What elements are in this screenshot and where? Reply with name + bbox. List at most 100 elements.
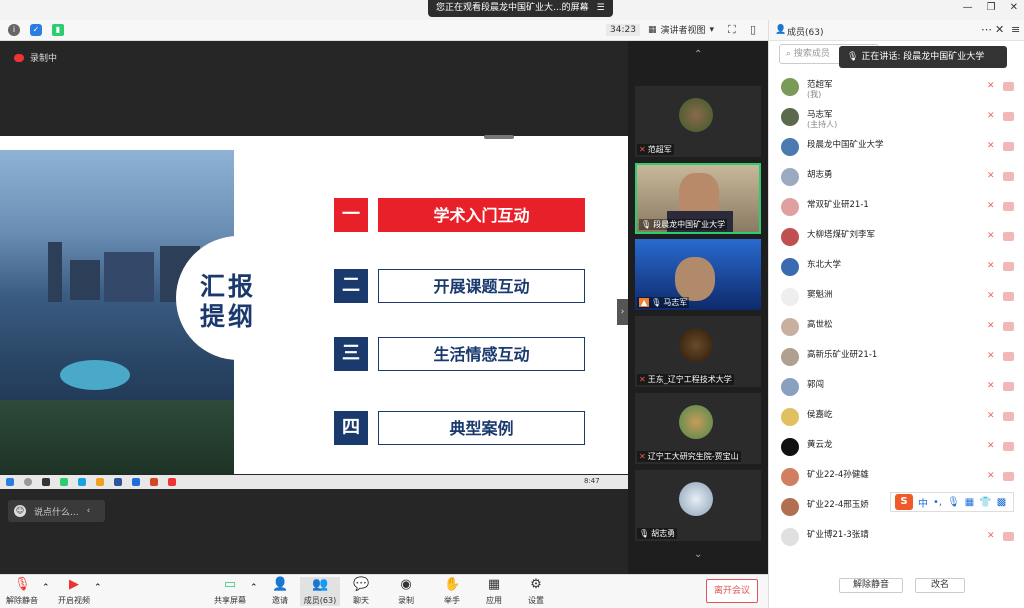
close-icon[interactable]: ✕ (995, 23, 1004, 36)
member-row[interactable]: 侯嘉屹 ✕ (769, 402, 1024, 432)
camera-off-icon[interactable] (1003, 262, 1014, 271)
minimize-icon[interactable]: — (963, 2, 973, 13)
chat-input[interactable]: ☺ 说点什么... ‹ (8, 500, 105, 522)
unmute-button[interactable]: 🎙 解除静音 (2, 577, 42, 606)
camera-off-icon[interactable] (1003, 202, 1014, 211)
restore-icon[interactable]: ❐ (987, 2, 996, 13)
thumb-tile[interactable]: ✕ 范超军 (635, 86, 761, 157)
thumb-tile-active[interactable]: 🎙 段晨龙中国矿业大学 (635, 163, 761, 234)
camera-off-icon[interactable] (1003, 232, 1014, 241)
sharing-banner[interactable]: 您正在观看段晨龙中国矿业大...的屏幕 ☰ (428, 0, 613, 17)
mic-muted-icon[interactable]: ✕ (987, 351, 996, 363)
mic-muted-icon[interactable]: ✕ (987, 531, 996, 543)
mic-muted-icon[interactable]: ✕ (987, 321, 996, 333)
member-row[interactable]: 东北大学 ✕ (769, 252, 1024, 282)
member-row[interactable]: 高新乐矿业研21-1 ✕ (769, 342, 1024, 372)
mic-muted-icon[interactable]: ✕ (987, 291, 996, 303)
apps-button[interactable]: ▦ 应用 (474, 577, 514, 606)
mic-muted-icon[interactable]: ✕ (987, 471, 996, 483)
fullscreen-icon[interactable]: ⛶ (728, 23, 736, 37)
member-row[interactable]: 马志军 (主持人) ✕ (769, 102, 1024, 132)
mic-muted-icon[interactable]: ✕ (987, 411, 996, 423)
camera-off-icon[interactable] (1003, 112, 1014, 121)
camera-off-icon[interactable] (1003, 532, 1014, 541)
settings-button[interactable]: ⚙ 设置 (516, 577, 556, 606)
view-selector[interactable]: ▦ 演讲者视图 ▾ (648, 23, 714, 37)
shield-icon[interactable]: ✓ (30, 24, 42, 36)
member-row[interactable]: 窦魁洲 ✕ (769, 282, 1024, 312)
start-video-button[interactable]: ▶ 开启视频 (54, 577, 94, 606)
punctuation-icon[interactable]: •, (933, 497, 942, 508)
camera-off-icon[interactable] (1003, 412, 1014, 421)
invite-button[interactable]: 👤 邀请 (260, 577, 300, 606)
more-icon[interactable]: ⋯ (981, 23, 992, 36)
menu-icon[interactable]: ≡ (1011, 23, 1020, 36)
mic-muted-icon[interactable]: ✕ (987, 231, 996, 243)
chevron-up-icon[interactable]: ⌃ (694, 49, 702, 60)
member-row[interactable]: 矿业博21-3张靖 ✕ (769, 522, 1024, 552)
video-thumbnails: › ⌃ ✕ 范超军 🎙 段晨龙中国矿业大学 ▲ 🎙 马志军 ✕ 王东_辽宁工程技术大学 ✕… (617, 41, 768, 574)
camera-off-icon[interactable] (1003, 442, 1014, 451)
mic-muted-icon[interactable]: ✕ (987, 261, 996, 273)
members-button[interactable]: 👥 成员(63) (300, 577, 340, 606)
keyboard-icon[interactable]: ▦ (965, 497, 974, 508)
chevron-up-icon[interactable]: ⌃ (42, 583, 50, 593)
rename-button[interactable]: 改名 (915, 578, 965, 593)
avatar (781, 348, 799, 366)
mic-muted-icon[interactable]: ✕ (987, 111, 996, 123)
chevron-up-icon[interactable]: ⌃ (94, 583, 102, 593)
member-row[interactable]: 郭闯 ✕ (769, 372, 1024, 402)
emoji-icon[interactable]: ☺ (14, 505, 26, 517)
chevron-up-icon[interactable]: ⌃ (250, 583, 258, 593)
share-screen-button[interactable]: ▭ 共享屏幕 (210, 577, 250, 606)
mic-muted-icon[interactable]: ✕ (987, 81, 996, 93)
list-icon[interactable]: ☰ (597, 0, 605, 17)
record-button[interactable]: ◉ 录制 (386, 577, 426, 606)
member-row[interactable]: 常双矿业研21-1 ✕ (769, 192, 1024, 222)
mic-muted-icon[interactable]: ✕ (987, 441, 996, 453)
raise-hand-button[interactable]: ✋ 举手 (432, 577, 472, 606)
share-screen-icon: ▭ (223, 577, 237, 592)
panel-toggle-icon[interactable]: ▯ (750, 23, 756, 36)
member-row[interactable]: 段晨龙中国矿业大学 ✕ (769, 132, 1024, 162)
member-row[interactable]: 胡志勇 ✕ (769, 162, 1024, 192)
camera-off-icon[interactable] (1003, 472, 1014, 481)
toolbox-icon[interactable]: ▩ (997, 497, 1006, 508)
thumb-tile[interactable]: 🎙 胡志勇 (635, 470, 761, 541)
drag-handle[interactable] (484, 135, 514, 139)
camera-off-icon[interactable] (1003, 322, 1014, 331)
mic-muted-icon[interactable]: ✕ (987, 171, 996, 183)
member-row[interactable]: 范超军 (我) ✕ (769, 72, 1024, 102)
info-icon[interactable]: i (8, 24, 20, 36)
mic-muted-icon[interactable]: ✕ (987, 141, 996, 153)
member-row[interactable]: 黄云龙 ✕ (769, 432, 1024, 462)
chat-button[interactable]: 💬 聊天 (341, 577, 381, 606)
camera-off-icon[interactable] (1003, 292, 1014, 301)
app-icon (78, 478, 86, 486)
skin-icon[interactable]: 👕 (979, 497, 991, 508)
voice-icon[interactable]: 🎙 (947, 497, 960, 508)
camera-off-icon[interactable] (1003, 382, 1014, 391)
chevron-down-icon[interactable]: ⌄ (694, 549, 702, 560)
collapse-thumbs-button[interactable]: › (617, 299, 628, 325)
member-row[interactable]: 矿业22-4孙健雄 ✕ (769, 462, 1024, 492)
camera-off-icon[interactable] (1003, 352, 1014, 361)
sogou-logo-icon[interactable]: S (895, 494, 913, 510)
leave-meeting-button[interactable]: 离开会议 (706, 579, 758, 603)
thumb-tile[interactable]: ▲ 🎙 马志军 (635, 239, 761, 310)
camera-off-icon[interactable] (1003, 82, 1014, 91)
member-row[interactable]: 高世松 ✕ (769, 312, 1024, 342)
thumb-tile[interactable]: ✕ 王东_辽宁工程技术大学 (635, 316, 761, 387)
thumb-tile[interactable]: ✕ 辽宁工大研究生院-贾宝山 (635, 393, 761, 464)
ime-language[interactable]: 中 (918, 495, 928, 510)
mic-muted-icon[interactable]: ✕ (987, 201, 996, 213)
chevron-left-icon[interactable]: ‹ (87, 506, 91, 516)
close-icon[interactable]: ✕ (1010, 2, 1018, 13)
camera-off-icon[interactable] (1003, 142, 1014, 151)
member-row[interactable]: 大柳塔煤矿刘李军 ✕ (769, 222, 1024, 252)
mic-muted-icon[interactable]: ✕ (987, 381, 996, 393)
camera-off-icon[interactable] (1003, 172, 1014, 181)
unmute-all-button[interactable]: 解除静音 (839, 578, 903, 593)
signal-icon[interactable]: ▮ (52, 24, 64, 36)
avatar (679, 482, 713, 516)
